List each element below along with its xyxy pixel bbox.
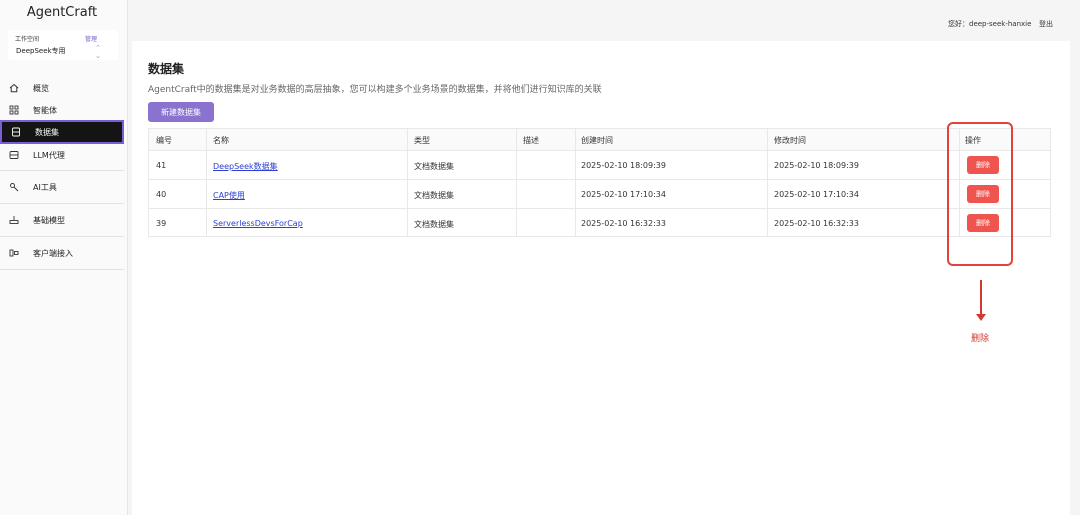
cell-id: 40 [156, 190, 167, 199]
server-icon [9, 150, 19, 160]
workspace-manage-link[interactable]: 管理 [85, 34, 97, 43]
workspace-selector[interactable]: 工作空间 管理 DeepSeek专用 ⌃ ⌄ [8, 30, 118, 60]
table-header: 编号 名称 类型 描述 创建时间 修改时间 操作 [149, 129, 1050, 151]
table-row: 40 CAP使用 文档数据集 2025-02-10 17:10:34 2025-… [149, 180, 1050, 209]
sidebar-item-client-access[interactable]: 客户端接入 [0, 242, 124, 264]
sidebar-item-llm-proxy[interactable]: LLM代理 [0, 144, 124, 166]
sidebar-item-label: 智能体 [33, 105, 57, 115]
cell-type: 文档数据集 [414, 162, 454, 171]
sidebar-item-label: 概览 [33, 83, 49, 93]
cell-type: 文档数据集 [414, 191, 454, 200]
sidebar-item-agents[interactable]: 智能体 [0, 99, 124, 121]
chevron-updown-icon: ⌃ ⌄ [95, 44, 101, 60]
column-header-type: 类型 [414, 136, 430, 145]
arrow-down-icon [976, 314, 986, 321]
sidebar-item-label: LLM代理 [33, 150, 65, 160]
column-header-description: 描述 [523, 136, 539, 145]
divider [0, 203, 124, 204]
cell-type: 文档数据集 [414, 220, 454, 229]
tool-icon [9, 182, 19, 192]
annotation-arrow-line [980, 280, 982, 316]
cell-modified: 2025-02-10 17:10:34 [774, 190, 859, 199]
sidebar-item-ai-tools[interactable]: AI工具 [0, 176, 124, 198]
cell-created: 2025-02-10 17:10:34 [581, 190, 666, 199]
page-description: AgentCraft中的数据集是对业务数据的高层抽象，您可以构建多个业务场景的数… [148, 85, 602, 95]
sidebar-item-label: 客户端接入 [33, 248, 73, 258]
model-icon [9, 215, 19, 225]
divider [0, 170, 124, 171]
cell-created: 2025-02-10 18:09:39 [581, 161, 666, 170]
cell-id: 39 [156, 219, 167, 228]
column-header-name: 名称 [213, 136, 229, 145]
datasets-table: 编号 名称 类型 描述 创建时间 修改时间 操作 41 DeepSeek数据集 … [148, 128, 1051, 237]
sidebar-item-overview[interactable]: 概览 [0, 77, 124, 99]
divider [0, 236, 124, 237]
workspace-label: 工作空间 [15, 36, 40, 43]
cell-modified: 2025-02-10 16:32:33 [774, 219, 859, 228]
divider [0, 269, 124, 270]
sidebar-item-datasets[interactable]: 数据集 [0, 120, 124, 144]
sidebar-item-label: 基础模型 [33, 215, 65, 225]
dataset-name-link[interactable]: DeepSeek数据集 [213, 161, 278, 172]
client-icon [9, 248, 19, 258]
column-header-created: 创建时间 [581, 136, 613, 145]
new-dataset-button[interactable]: 新建数据集 [148, 102, 214, 122]
sidebar-item-base-models[interactable]: 基础模型 [0, 209, 124, 231]
user-greeting: 您好：deep-seek-hanxie [948, 20, 1032, 28]
dataset-icon [11, 127, 21, 137]
column-header-modified: 修改时间 [774, 136, 806, 145]
sidebar-item-label: AI工具 [33, 182, 57, 192]
dataset-name-link[interactable]: CAP使用 [213, 190, 245, 201]
table-row: 41 DeepSeek数据集 文档数据集 2025-02-10 18:09:39… [149, 151, 1050, 180]
sidebar: AgentCraft 工作空间 管理 DeepSeek专用 ⌃ ⌄ 概览 智能体 … [0, 0, 128, 515]
table-row: 39 ServerlessDevsForCap 文档数据集 2025-02-10… [149, 209, 1050, 238]
logout-link[interactable]: 登出 [1039, 19, 1053, 29]
cell-modified: 2025-02-10 18:09:39 [774, 161, 859, 170]
main-content: 数据集 AgentCraft中的数据集是对业务数据的高层抽象，您可以构建多个业务… [132, 41, 1070, 515]
annotation-highlight-box [947, 122, 1013, 266]
column-header-id: 编号 [156, 136, 172, 145]
cell-id: 41 [156, 161, 167, 170]
annotation-label: 删除 [971, 334, 990, 344]
grid-icon [9, 105, 19, 115]
cell-created: 2025-02-10 16:32:33 [581, 219, 666, 228]
sidebar-item-label: 数据集 [35, 127, 59, 137]
dataset-name-link[interactable]: ServerlessDevsForCap [213, 219, 303, 228]
home-icon [9, 83, 19, 93]
app-title: AgentCraft [26, 5, 98, 20]
page-title: 数据集 [148, 62, 185, 76]
workspace-value: DeepSeek专用 [16, 47, 66, 55]
